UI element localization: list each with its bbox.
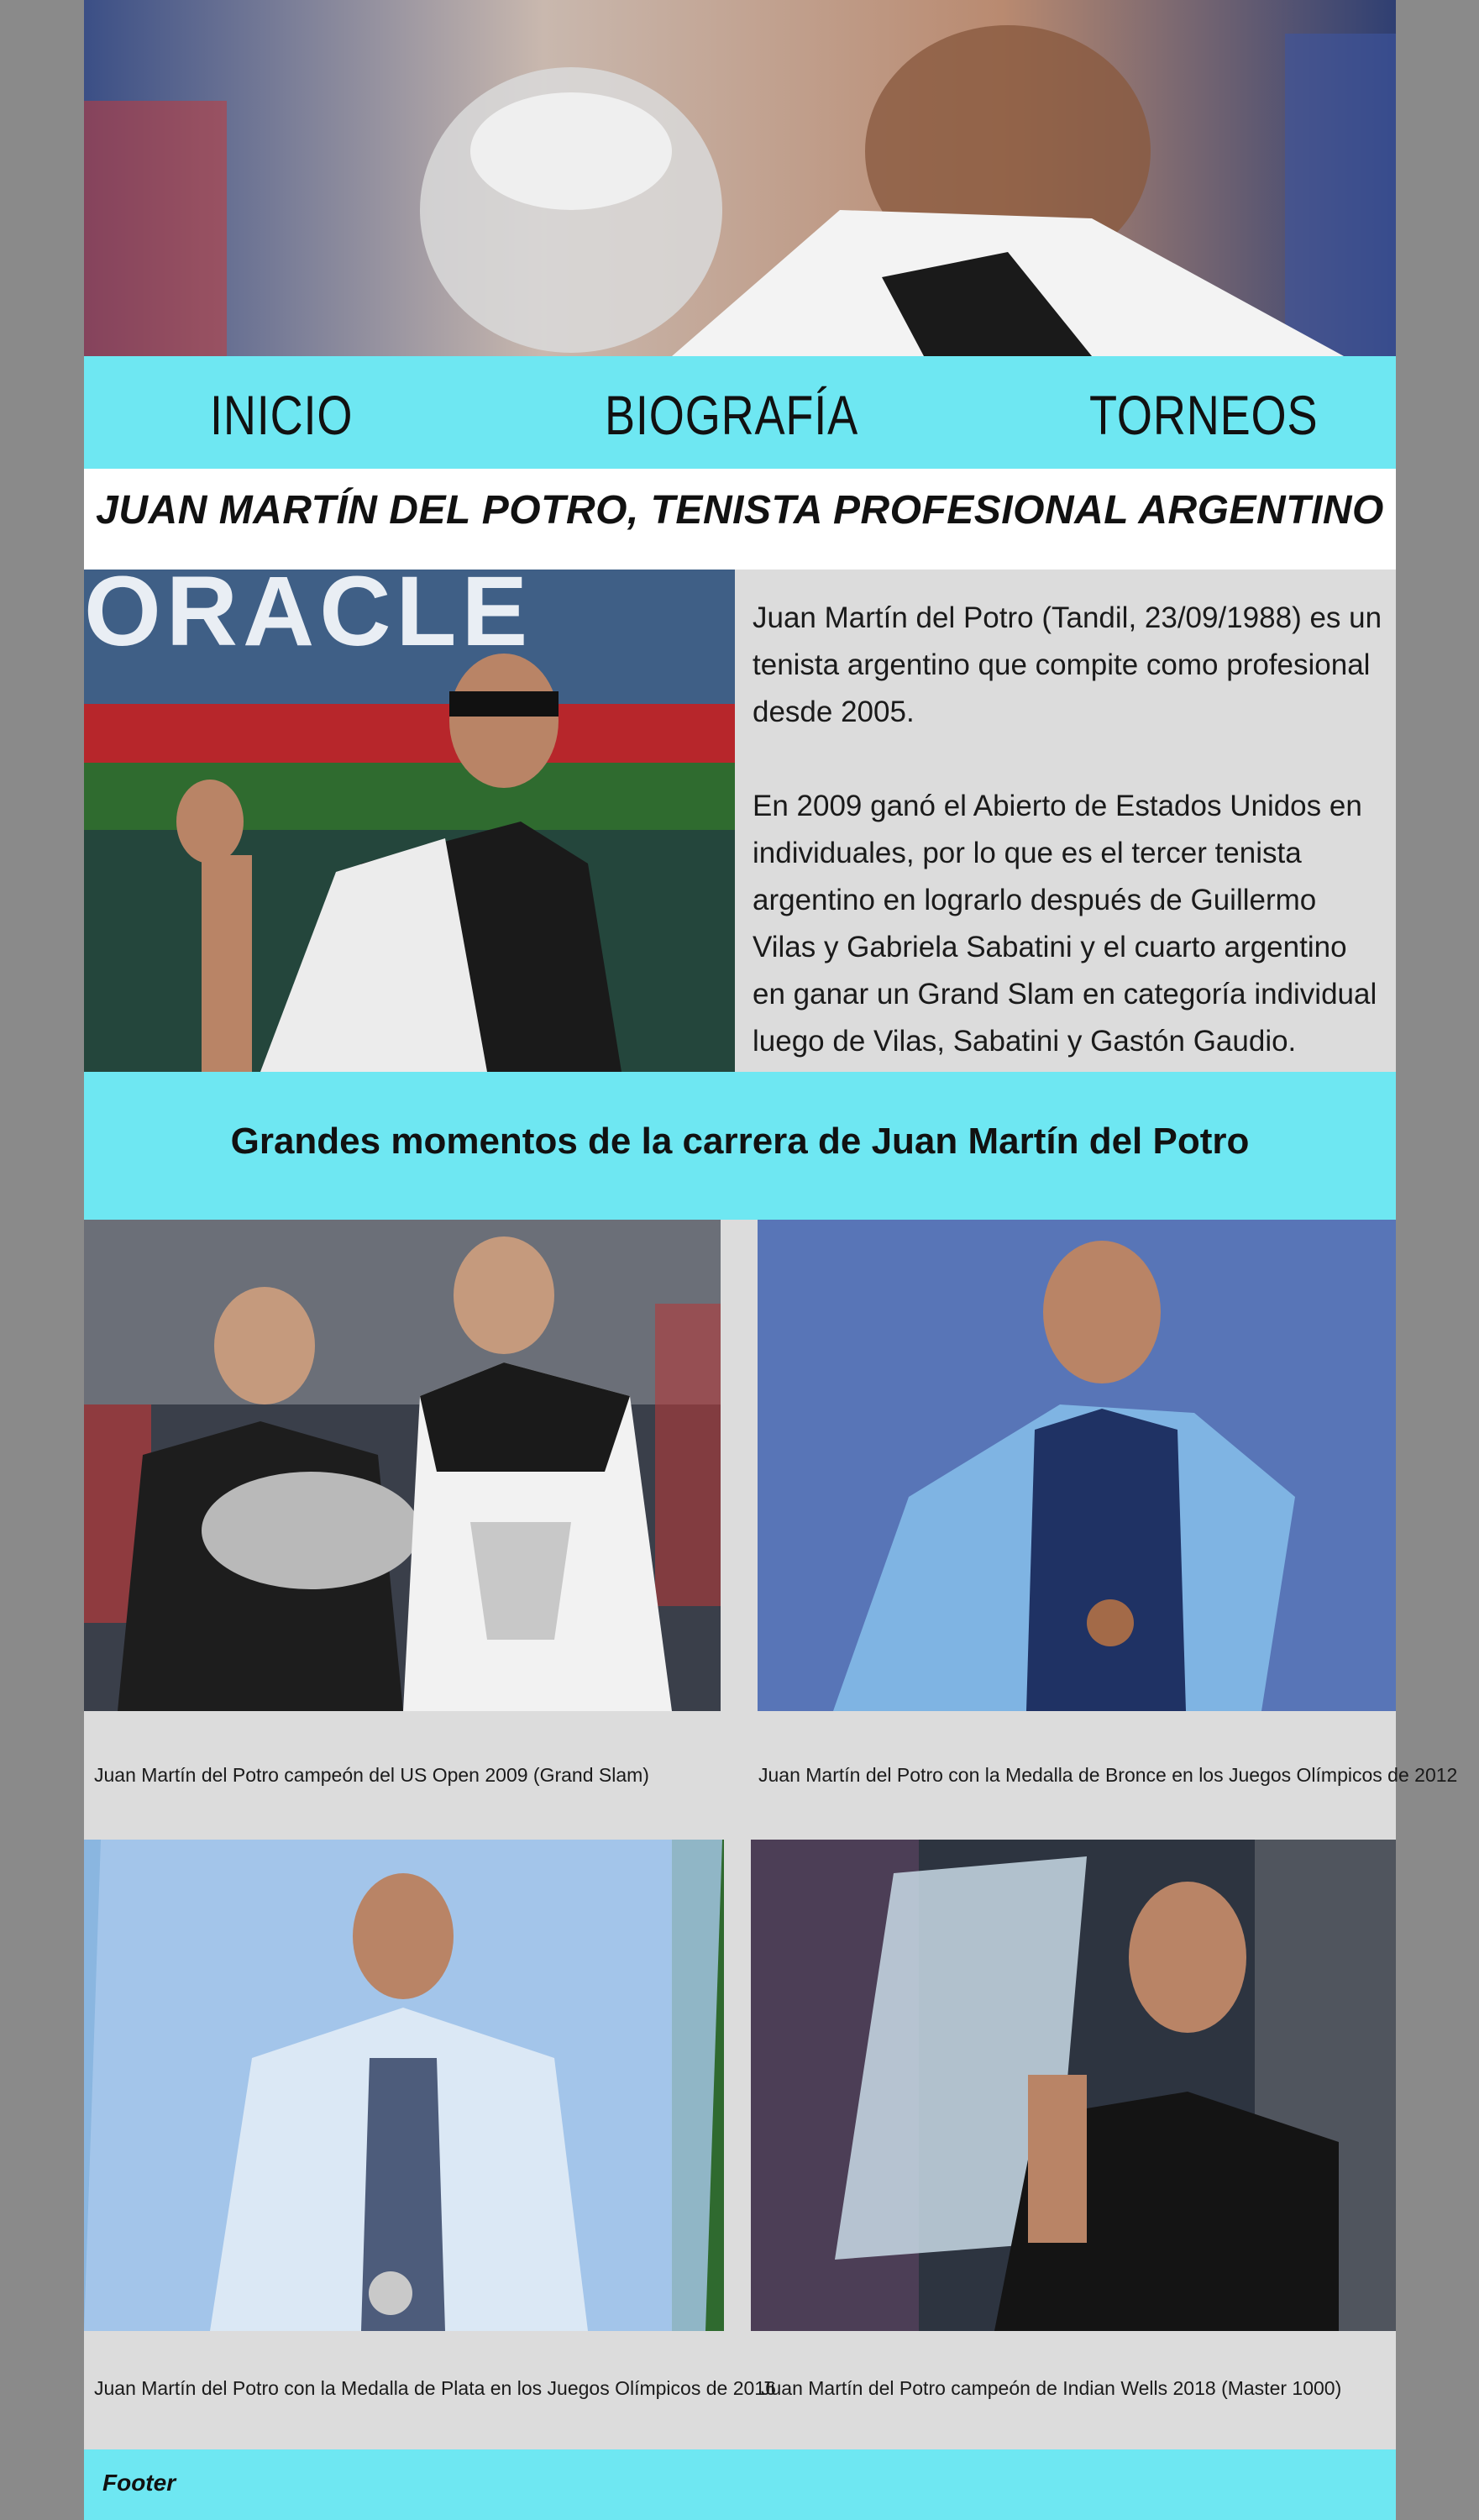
footer-label: Footer <box>102 2470 176 2496</box>
bio-paragraph-2: En 2009 ganó el Abierto de Estados Unido… <box>753 790 1377 1058</box>
oracle-sign: ORACLE <box>84 570 532 667</box>
caption-indian-wells-2018: Juan Martín del Potro campeón de Indian … <box>761 2377 1342 2399</box>
bio-text: Juan Martín del Potro (Tandil, 23/09/198… <box>753 595 1382 1112</box>
caption-olympics-2012: Juan Martín del Potro con la Medalla de … <box>758 1764 1458 1786</box>
bio-paragraph-1: Juan Martín del Potro (Tandil, 23/09/198… <box>753 601 1382 728</box>
main-nav: INICIO BIOGRAFÍA TORNEOS <box>84 356 1396 469</box>
bio-section: ORACLE Juan Martín del Potro (Tandil, 23… <box>84 570 1396 1072</box>
caption-olympics-2016: Juan Martín del Potro con la Medalla de … <box>94 2377 776 2399</box>
gallery-photo-us-open-2009 <box>84 1220 721 1711</box>
gallery-photo-indian-wells-2018 <box>751 1840 1396 2331</box>
nav-biografia[interactable]: BIOGRAFÍA <box>605 381 858 449</box>
footer: Footer <box>84 2449 1396 2520</box>
hero-photo <box>84 0 1396 356</box>
page-title-bar: JUAN MARTÍN DEL POTRO, TENISTA PROFESION… <box>84 469 1396 570</box>
page: INICIO BIOGRAFÍA TORNEOS JUAN MARTÍN DEL… <box>84 0 1457 2520</box>
gallery: Juan Martín del Potro campeón del US Ope… <box>84 1220 1457 2449</box>
gallery-photo-olympics-2016 <box>84 1840 724 2331</box>
nav-torneos[interactable]: TORNEOS <box>1089 381 1318 449</box>
caption-us-open-2009: Juan Martín del Potro campeón del US Ope… <box>94 1764 649 1786</box>
highlights-heading: Grandes momentos de la carrera de Juan M… <box>230 1121 1250 1162</box>
gallery-photo-olympics-2012 <box>758 1220 1396 1711</box>
page-title: JUAN MARTÍN DEL POTRO, TENISTA PROFESION… <box>96 488 1384 533</box>
nav-inicio[interactable]: INICIO <box>210 381 353 449</box>
bio-photo: ORACLE <box>84 570 735 1072</box>
highlights-heading-bar: Grandes momentos de la carrera de Juan M… <box>84 1072 1396 1220</box>
